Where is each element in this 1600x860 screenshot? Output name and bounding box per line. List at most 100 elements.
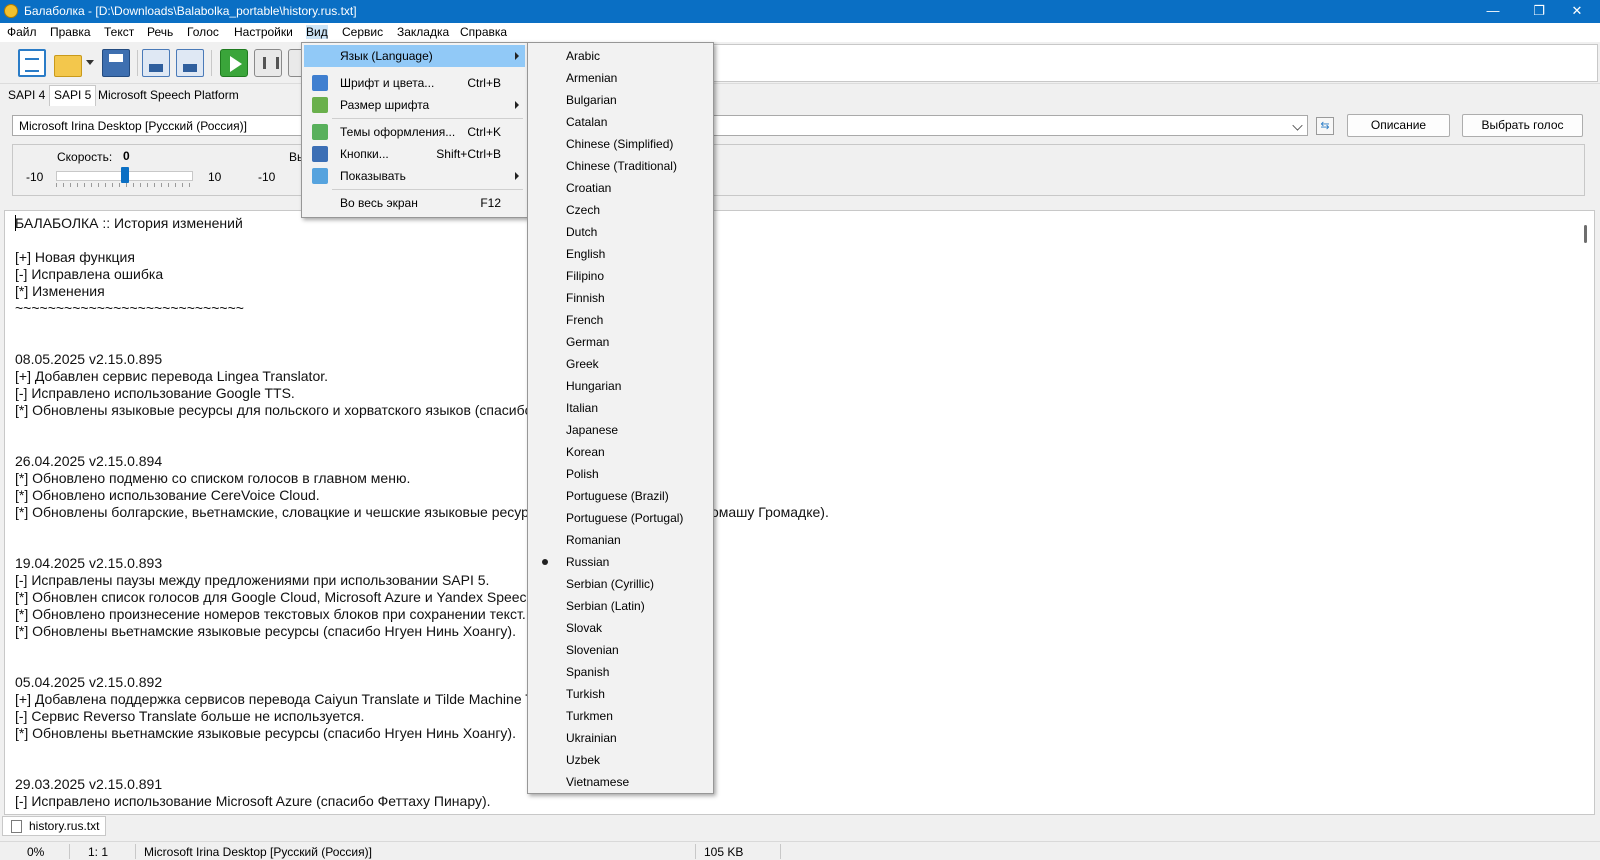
tab-speech-platform[interactable]: Microsoft Speech Platform [98, 88, 239, 102]
language-item[interactable]: Filipino [530, 265, 711, 287]
view-menu: Язык (Language) Шрифт и цвета... Ctrl+B … [301, 42, 528, 218]
language-item[interactable]: Croatian [530, 177, 711, 199]
menu-voice[interactable]: Голос [187, 25, 219, 39]
language-item[interactable]: Portuguese (Brazil) [530, 485, 711, 507]
language-item-label: French [566, 313, 604, 327]
language-item-label: Chinese (Traditional) [566, 159, 677, 173]
language-item[interactable]: Chinese (Traditional) [530, 155, 711, 177]
new-document-icon[interactable] [18, 49, 46, 77]
menu-view[interactable]: Вид [306, 25, 328, 39]
open-folder-icon[interactable] [54, 55, 82, 77]
document-icon [11, 820, 22, 833]
language-item-label: Russian [566, 555, 610, 569]
editor-line: [-] Исправлена ошибка [15, 266, 164, 282]
language-item[interactable]: Korean [530, 441, 711, 463]
language-item[interactable]: Serbian (Latin) [530, 595, 711, 617]
status-voice: Microsoft Irina Desktop [Русский (Россия… [144, 845, 372, 859]
menu-service[interactable]: Сервис [342, 25, 383, 39]
menu-fullscreen[interactable]: Во весь экран F12 [304, 192, 525, 214]
toolbar-text-field[interactable] [702, 44, 1598, 82]
refresh-voices-icon[interactable]: ⇆ [1316, 117, 1334, 135]
text-editor[interactable]: БАЛАБОЛКА :: История изменений [+] Новая … [4, 210, 1595, 815]
language-item-label: English [566, 247, 606, 261]
vertical-scrollbar[interactable] [1578, 211, 1594, 814]
language-item[interactable]: Finnish [530, 287, 711, 309]
tab-sapi5[interactable]: SAPI 5 [49, 85, 97, 106]
open-dropdown-icon[interactable] [86, 60, 94, 65]
language-item[interactable]: Greek [530, 353, 711, 375]
choose-voice-button[interactable]: Выбрать голос [1462, 114, 1583, 137]
language-item[interactable]: French [530, 309, 711, 331]
menu-show[interactable]: Показывать [304, 165, 525, 187]
status-position: 1: 1 [88, 845, 109, 859]
description-button[interactable]: Описание [1347, 114, 1450, 137]
language-item[interactable]: Uzbek [530, 749, 711, 771]
speed-slider-thumb[interactable] [120, 167, 129, 183]
language-item[interactable]: Arabic [530, 45, 711, 67]
language-item[interactable]: Japanese [530, 419, 711, 441]
menu-settings[interactable]: Настройки [234, 25, 293, 39]
menu-language[interactable]: Язык (Language) [304, 45, 525, 67]
menu-font-size[interactable]: Размер шрифта [304, 94, 525, 116]
close-button[interactable]: ✕ [1554, 0, 1600, 23]
language-item[interactable]: Armenian [530, 67, 711, 89]
language-item[interactable]: Ukrainian [530, 727, 711, 749]
language-item[interactable]: German [530, 331, 711, 353]
language-item-label: Greek [566, 357, 599, 371]
second-slider-min-label: -10 [258, 170, 276, 184]
app-icon [4, 4, 18, 18]
language-item-label: Serbian (Cyrillic) [566, 577, 655, 591]
language-item[interactable]: Chinese (Simplified) [530, 133, 711, 155]
editor-line: [-] Исправлены паузы между предложениями… [15, 572, 490, 588]
language-item[interactable]: Vietnamese [530, 771, 711, 793]
play-icon[interactable] [220, 49, 248, 77]
editor-line: [+] Добавлен сервис перевода Lingea Tran… [15, 368, 329, 384]
language-item[interactable]: Italian [530, 397, 711, 419]
scrollbar-thumb[interactable] [1584, 225, 1587, 243]
split-audio-icon[interactable] [176, 49, 204, 77]
language-item[interactable]: Dutch [530, 221, 711, 243]
text-caret [15, 215, 16, 231]
language-item[interactable]: Slovak [530, 617, 711, 639]
engine-tabs: SAPI 4 SAPI 5 Microsoft Speech Platform [0, 84, 1600, 106]
language-item[interactable]: Bulgarian [530, 89, 711, 111]
menu-speech[interactable]: Речь [147, 25, 173, 39]
editor-line: БАЛАБОЛКА :: История изменений [15, 215, 243, 231]
language-item[interactable]: Romanian [530, 529, 711, 551]
language-item[interactable]: English [530, 243, 711, 265]
editor-line: 19.04.2025 v2.15.0.893 [15, 555, 163, 571]
language-item[interactable]: Polish [530, 463, 711, 485]
language-item-label: Polish [566, 467, 599, 481]
shortcut-label: Ctrl+K [467, 125, 501, 139]
pause-icon[interactable] [254, 49, 282, 77]
language-item[interactable]: Russian [530, 551, 711, 573]
menu-font-colors[interactable]: Шрифт и цвета... Ctrl+B [304, 72, 525, 94]
menu-themes[interactable]: Темы оформления... Ctrl+K [304, 121, 525, 143]
status-separator [695, 844, 696, 859]
menu-edit[interactable]: Правка [50, 25, 91, 39]
minimize-button[interactable]: — [1470, 0, 1516, 23]
language-item[interactable]: Czech [530, 199, 711, 221]
language-item[interactable]: Turkish [530, 683, 711, 705]
document-tab[interactable]: history.rus.txt [2, 816, 107, 836]
language-item[interactable]: Spanish [530, 661, 711, 683]
save-icon[interactable] [102, 49, 130, 77]
language-item[interactable]: Hungarian [530, 375, 711, 397]
language-item[interactable]: Portuguese (Portugal) [530, 507, 711, 529]
language-item-label: Japanese [566, 423, 619, 437]
save-audio-icon[interactable] [142, 49, 170, 77]
language-item[interactable]: Turkmen [530, 705, 711, 727]
menu-buttons[interactable]: Кнопки... Shift+Ctrl+B [304, 143, 525, 165]
language-item[interactable]: Slovenian [530, 639, 711, 661]
menu-file[interactable]: Файл [7, 25, 37, 39]
menu-help[interactable]: Справка [460, 25, 507, 39]
language-item-label: Ukrainian [566, 731, 617, 745]
submenu-arrow-icon [515, 101, 519, 109]
menu-bookmark[interactable]: Закладка [397, 25, 449, 39]
menu-text[interactable]: Текст [104, 25, 134, 39]
tab-sapi4[interactable]: SAPI 4 [8, 88, 45, 102]
menu-fullscreen-label: Во весь экран [340, 196, 418, 210]
editor-line: [*] Обновлен список голосов для Google C… [15, 589, 556, 605]
language-item[interactable]: Serbian (Cyrillic) [530, 573, 711, 595]
language-item[interactable]: Catalan [530, 111, 711, 133]
